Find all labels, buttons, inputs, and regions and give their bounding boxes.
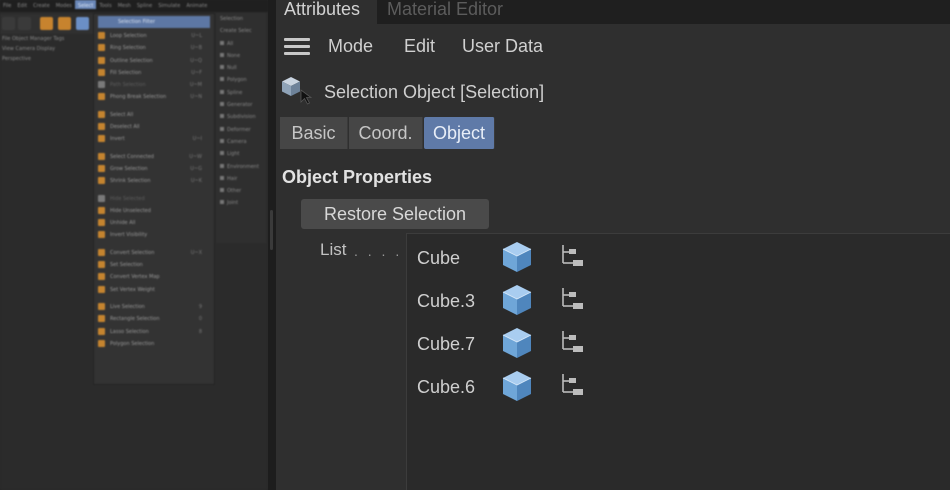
list-item-name[interactable]: Cube.3 [417, 291, 475, 312]
blurred-editor-region: File Edit Create Modes Select Tools Mesh Spline… [0, 0, 268, 490]
list-item[interactable]: Cube.7 [407, 322, 950, 362]
attributes-panel: Attributes Material Editor Mode Edit Use… [276, 0, 950, 490]
cube-icon[interactable] [501, 240, 533, 278]
list-label: List [320, 240, 347, 259]
menu-mode[interactable]: Mode [328, 36, 373, 57]
menu-edit[interactable]: Edit [404, 36, 435, 57]
menu-user-data[interactable]: User Data [462, 36, 543, 57]
blurred-side-menu: Selection Create Selec All None Null Polygon S… [216, 13, 266, 243]
tab-basic[interactable]: Basic [280, 117, 348, 149]
hierarchy-icon[interactable] [559, 287, 585, 315]
list-item-name[interactable]: Cube.6 [417, 377, 475, 398]
mouse-cursor-icon [300, 89, 314, 109]
list-item[interactable]: Cube.6 [407, 365, 950, 405]
section-header: Object Properties [282, 167, 433, 187]
main-menubar: File Edit Create Modes Select Tools Mesh Spline… [0, 0, 268, 12]
restore-selection-button[interactable]: Restore Selection [301, 199, 489, 229]
panel-divider[interactable] [268, 0, 276, 490]
divider-grip[interactable] [270, 210, 273, 250]
cube-icon[interactable] [501, 369, 533, 407]
list-item-name[interactable]: Cube.7 [417, 334, 475, 355]
list-item[interactable]: Cube.3 [407, 279, 950, 319]
object-title: Selection Object [Selection] [324, 82, 545, 102]
tab-attributes[interactable]: Attributes [276, 0, 377, 24]
list-item[interactable]: Cube [407, 236, 950, 276]
hierarchy-icon[interactable] [559, 330, 585, 358]
cube-icon[interactable] [501, 283, 533, 321]
tab-object[interactable]: Object [424, 117, 495, 149]
hierarchy-icon[interactable] [559, 373, 585, 401]
blurred-toolbar [0, 14, 94, 34]
hierarchy-icon[interactable] [559, 244, 585, 272]
hamburger-menu-icon[interactable] [284, 38, 310, 55]
tab-material-editor[interactable]: Material Editor [379, 0, 511, 24]
blurred-object-manager: File Object Manager Tags View Camera Dis… [2, 36, 65, 62]
cube-icon [280, 76, 302, 102]
list-item-name[interactable]: Cube [417, 248, 460, 269]
object-header: Selection Object [Selection] [276, 72, 950, 112]
selection-list[interactable]: Cube Cube.3 Cube.7 Cube.6 [406, 233, 950, 490]
cube-icon[interactable] [501, 326, 533, 364]
blurred-select-dropdown: Selection Filter Loop Selection U~L Ring … [93, 13, 215, 385]
list-label-dots: . . . . [354, 243, 403, 259]
tab-coord[interactable]: Coord. [349, 117, 423, 149]
panel-tab-bar: Attributes Material Editor [276, 0, 950, 24]
attributes-menu-bar: Mode Edit User Data [276, 26, 950, 64]
